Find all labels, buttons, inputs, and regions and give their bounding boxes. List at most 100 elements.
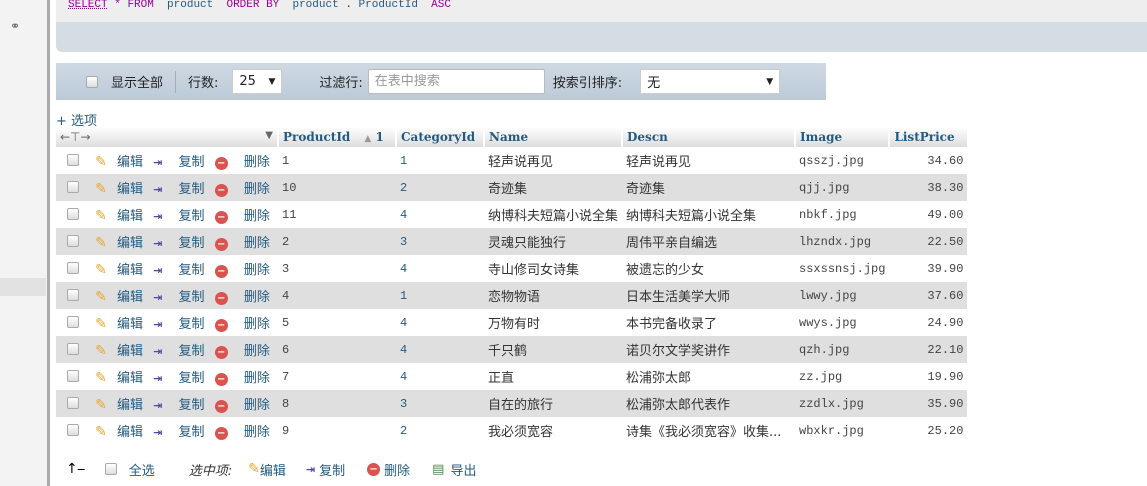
delete-button[interactable]: 删除 bbox=[244, 371, 270, 386]
cell-image[interactable]: wbxkr.jpg bbox=[795, 417, 890, 444]
edit-button[interactable]: 编辑 bbox=[117, 371, 143, 386]
row-checkbox[interactable] bbox=[67, 343, 79, 355]
table-row[interactable]: ✎ 编辑 ⇥ 复制 − 删除 9 2 我必须宽容 诗集《我必须宽容》收集... … bbox=[56, 417, 968, 444]
delete-button[interactable]: 删除 bbox=[244, 155, 270, 170]
table-row[interactable]: ✎ 编辑 ⇥ 复制 − 删除 6 4 千只鹤 诺贝尔文学奖讲作 qzh.jpg … bbox=[56, 336, 968, 363]
delete-button[interactable]: 删除 bbox=[244, 263, 270, 278]
row-checkbox[interactable] bbox=[67, 181, 79, 193]
cell-productid[interactable]: 5 bbox=[278, 309, 396, 336]
copy-button[interactable]: 复制 bbox=[179, 236, 205, 251]
table-row[interactable]: ✎ 编辑 ⇥ 复制 − 删除 11 4 纳博科夫短篇小说全集 纳博科夫短篇小说全… bbox=[56, 201, 968, 228]
column-resize-icon[interactable]: ←⊤→ bbox=[60, 130, 91, 144]
row-checkbox[interactable] bbox=[67, 424, 79, 436]
cell-listprice[interactable]: 49.00 bbox=[889, 201, 968, 228]
cell-name[interactable]: 纳博科夫短篇小说全集 bbox=[484, 201, 623, 228]
cell-name[interactable]: 正直 bbox=[484, 363, 623, 390]
copy-button[interactable]: 复制 bbox=[179, 425, 205, 440]
cell-listprice[interactable]: 22.10 bbox=[889, 336, 968, 363]
edit-button[interactable]: 编辑 bbox=[117, 155, 143, 170]
cell-listprice[interactable]: 19.90 bbox=[889, 363, 968, 390]
cell-categoryid[interactable]: 4 bbox=[396, 201, 484, 228]
delete-button[interactable]: 删除 bbox=[244, 398, 270, 413]
cell-name[interactable]: 千只鹤 bbox=[484, 336, 623, 363]
sidebar-scroll-handle[interactable] bbox=[0, 278, 46, 296]
column-header-name[interactable]: Name bbox=[482, 127, 623, 147]
table-row[interactable]: ✎ 编辑 ⇥ 复制 − 删除 1 1 轻声说再见 轻声说再见 qsszj.jpg… bbox=[56, 147, 968, 174]
cell-listprice[interactable]: 35.90 bbox=[889, 390, 968, 417]
cell-categoryid[interactable]: 1 bbox=[396, 282, 484, 309]
bulk-delete-button[interactable]: 删除 bbox=[384, 460, 410, 479]
cell-categoryid[interactable]: 3 bbox=[396, 390, 484, 417]
delete-button[interactable]: 删除 bbox=[244, 182, 270, 197]
copy-button[interactable]: 复制 bbox=[179, 263, 205, 278]
cell-image[interactable]: qsszj.jpg bbox=[795, 147, 890, 174]
row-checkbox[interactable] bbox=[67, 262, 79, 274]
cell-productid[interactable]: 7 bbox=[278, 363, 396, 390]
copy-button[interactable]: 复制 bbox=[179, 398, 205, 413]
cell-descn[interactable]: 松浦弥太郎代表作 bbox=[622, 390, 796, 417]
table-row[interactable]: ✎ 编辑 ⇥ 复制 − 删除 10 2 奇迹集 奇迹集 qjj.jpg 38.3… bbox=[56, 174, 968, 201]
delete-button[interactable]: 删除 bbox=[244, 317, 270, 332]
copy-button[interactable]: 复制 bbox=[179, 155, 205, 170]
bulk-edit-button[interactable]: 编辑 bbox=[260, 460, 286, 479]
edit-button[interactable]: 编辑 bbox=[117, 290, 143, 305]
column-header-listprice[interactable]: ListPrice bbox=[888, 127, 968, 147]
cell-productid[interactable]: 8 bbox=[278, 390, 396, 417]
cell-productid[interactable]: 9 bbox=[278, 417, 396, 444]
row-checkbox[interactable] bbox=[67, 235, 79, 247]
copy-button[interactable]: 复制 bbox=[179, 317, 205, 332]
cell-name[interactable]: 灵魂只能独行 bbox=[484, 228, 623, 255]
sql-keyword[interactable]: SELECT bbox=[68, 0, 108, 11]
edit-button[interactable]: 编辑 bbox=[117, 182, 143, 197]
cell-productid[interactable]: 3 bbox=[278, 255, 396, 282]
cell-descn[interactable]: 本书完备收录了 bbox=[622, 309, 796, 336]
cell-name[interactable]: 自在的旅行 bbox=[484, 390, 623, 417]
cell-categoryid[interactable]: 2 bbox=[396, 174, 484, 201]
cell-image[interactable]: nbkf.jpg bbox=[795, 201, 890, 228]
cell-name[interactable]: 轻声说再见 bbox=[484, 147, 623, 174]
cell-descn[interactable]: 周伟平亲自编选 bbox=[622, 228, 796, 255]
cell-descn[interactable]: 诗集《我必须宽容》收集... bbox=[622, 417, 796, 444]
table-row[interactable]: ✎ 编辑 ⇥ 复制 − 删除 3 4 寺山修司女诗集 被遗忘的少女 ssxssn… bbox=[56, 255, 968, 282]
delete-button[interactable]: 删除 bbox=[244, 209, 270, 224]
copy-button[interactable]: 复制 bbox=[179, 182, 205, 197]
table-row[interactable]: ✎ 编辑 ⇥ 复制 − 删除 7 4 正直 松浦弥太郎 zz.jpg 19.90 bbox=[56, 363, 968, 390]
edit-button[interactable]: 编辑 bbox=[117, 263, 143, 278]
cell-categoryid[interactable]: 4 bbox=[396, 336, 484, 363]
cell-productid[interactable]: 11 bbox=[278, 201, 396, 228]
edit-button[interactable]: 编辑 bbox=[117, 317, 143, 332]
select-all-label[interactable]: 全选 bbox=[129, 460, 155, 479]
cell-image[interactable]: qzh.jpg bbox=[795, 336, 890, 363]
row-checkbox[interactable] bbox=[67, 370, 79, 382]
column-menu-dropdown-icon[interactable]: ▼ bbox=[265, 130, 273, 141]
cell-productid[interactable]: 10 bbox=[278, 174, 396, 201]
select-all-checkbox[interactable] bbox=[104, 463, 117, 475]
cell-image[interactable]: ssxssnsj.jpg bbox=[795, 255, 890, 282]
row-checkbox[interactable] bbox=[67, 397, 79, 409]
cell-name[interactable]: 恋物物语 bbox=[484, 282, 623, 309]
cell-image[interactable]: zz.jpg bbox=[795, 363, 890, 390]
cell-name[interactable]: 寺山修司女诗集 bbox=[484, 255, 623, 282]
edit-button[interactable]: 编辑 bbox=[117, 344, 143, 359]
column-header-descn[interactable]: Descn bbox=[621, 127, 796, 147]
cell-image[interactable]: lwwy.jpg bbox=[795, 282, 890, 309]
table-row[interactable]: ✎ 编辑 ⇥ 复制 − 删除 4 1 恋物物语 日本生活美学大师 lwwy.jp… bbox=[56, 282, 968, 309]
cell-categoryid[interactable]: 3 bbox=[396, 228, 484, 255]
cell-image[interactable]: lhzndx.jpg bbox=[795, 228, 890, 255]
delete-button[interactable]: 删除 bbox=[244, 344, 270, 359]
cell-categoryid[interactable]: 2 bbox=[396, 417, 484, 444]
cell-name[interactable]: 万物有时 bbox=[484, 309, 623, 336]
filter-input[interactable]: 在表中搜索 bbox=[367, 69, 545, 94]
column-header-image[interactable]: Image bbox=[794, 127, 890, 147]
column-header-categoryid[interactable]: CategoryId bbox=[395, 127, 484, 147]
row-checkbox[interactable] bbox=[67, 289, 79, 301]
copy-button[interactable]: 复制 bbox=[179, 209, 205, 224]
edit-button[interactable]: 编辑 bbox=[117, 236, 143, 251]
delete-button[interactable]: 删除 bbox=[244, 425, 270, 440]
cell-productid[interactable]: 4 bbox=[278, 282, 396, 309]
cell-categoryid[interactable]: 1 bbox=[396, 147, 484, 174]
cell-productid[interactable]: 1 bbox=[278, 147, 396, 174]
edit-button[interactable]: 编辑 bbox=[117, 209, 143, 224]
cell-descn[interactable]: 纳博科夫短篇小说全集 bbox=[622, 201, 796, 228]
cell-categoryid[interactable]: 4 bbox=[396, 255, 484, 282]
